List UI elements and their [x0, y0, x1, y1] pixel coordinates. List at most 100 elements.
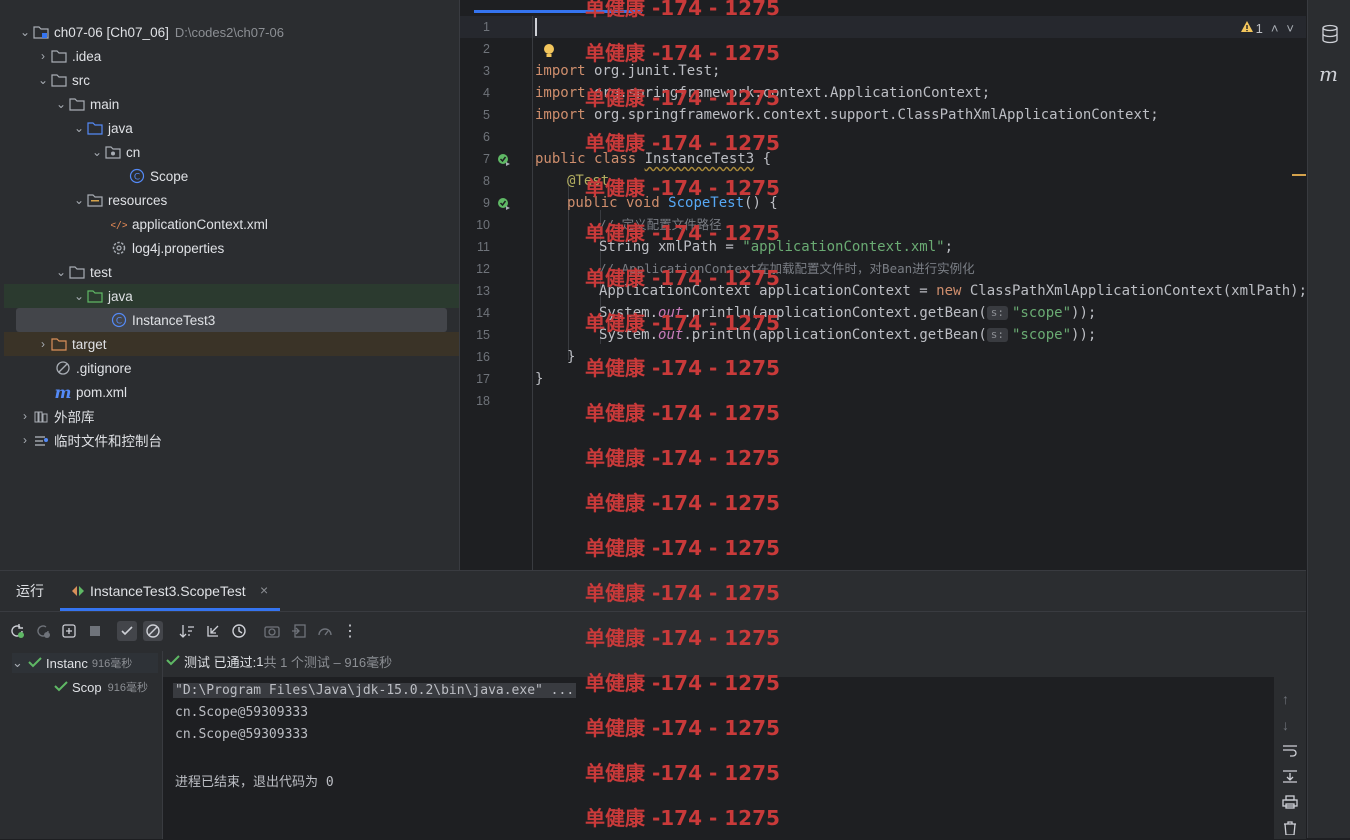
code-token: import [535, 85, 586, 101]
tree-item-log4j-properties[interactable]: log4j.properties [4, 236, 459, 260]
more-options-icon[interactable]: ⋮ [340, 621, 360, 641]
scrollbar-warning-marker[interactable] [1292, 174, 1306, 176]
test-tree-item[interactable]: Scop 916毫秒 [54, 677, 148, 697]
chevron-down-icon[interactable]: ⌄ [54, 97, 68, 111]
test-tree-root[interactable]: ⌄ Instanc 916毫秒 [12, 653, 158, 673]
chevron-right-icon[interactable]: › [36, 49, 50, 63]
chevron-down-icon[interactable]: ⌄ [36, 73, 50, 87]
rerun-failed-icon[interactable] [33, 621, 53, 641]
camera-icon[interactable] [262, 621, 282, 641]
line-number: 12 [476, 262, 490, 276]
tree-item-label: .gitignore [76, 360, 132, 376]
folder-icon [68, 96, 86, 112]
test-history-icon[interactable] [229, 621, 249, 641]
tree-item-external-libraries[interactable]: › 外部库 [4, 404, 459, 428]
trash-icon[interactable] [1282, 821, 1298, 840]
text-caret [535, 18, 537, 36]
tree-item-cn[interactable]: ⌄ cn [4, 140, 459, 164]
run-test-class-icon[interactable] [497, 153, 511, 167]
chevron-up-icon[interactable]: ˄ [1271, 21, 1279, 36]
show-ignored-toggle[interactable] [143, 621, 163, 641]
tree-item-target[interactable]: › target [4, 332, 459, 356]
tree-item-label: .idea [72, 48, 102, 64]
test-duration: 916毫秒 [91, 658, 133, 670]
arrow-up-icon[interactable]: ↑ [1282, 691, 1289, 707]
console-command-line[interactable]: "D:\Program Files\Java\jdk-15.0.2\bin\ja… [173, 683, 577, 698]
watermark-text: 单健康 -174 - 1275 [585, 311, 780, 335]
sort-icon[interactable] [177, 621, 197, 641]
project-panel: ⌄ ch07-06 [Ch07_06] D:\codes2\ch07-06 › … [0, 0, 460, 570]
tree-item-label: pom.xml [76, 384, 128, 400]
tree-item-src[interactable]: ⌄ src [4, 68, 459, 92]
tree-item-gitignore[interactable]: .gitignore [4, 356, 459, 380]
gear-icon [110, 240, 128, 256]
maven-icon: m [54, 382, 72, 402]
tree-item-label: 外部库 [54, 410, 95, 425]
tree-item-applicationcontext-xml[interactable]: </> applicationContext.xml [4, 212, 459, 236]
tree-item-main[interactable]: ⌄ main [4, 92, 459, 116]
show-passed-toggle[interactable] [117, 621, 137, 641]
check-icon [28, 656, 42, 671]
line-number: 5 [483, 108, 490, 122]
folder-icon [50, 72, 68, 88]
chevron-down-icon[interactable]: ˅ [1286, 21, 1294, 36]
tree-item-java-test[interactable]: ⌄ java [4, 284, 459, 308]
code-token: new [936, 283, 962, 299]
watermark-text: 单健康 -174 - 1275 [585, 41, 780, 65]
tree-item-label: ch07-06 [Ch07_06] [54, 24, 169, 40]
toggle-auto-test-icon[interactable] [59, 621, 79, 641]
chevron-down-icon[interactable]: ⌄ [72, 193, 86, 207]
line-number-gutter: 1 2 3 4 5 6 7 8 9 10 11 12 13 14 15 16 1… [460, 16, 532, 570]
tree-item-label: cn [126, 144, 141, 160]
coverage-icon[interactable] [315, 621, 335, 641]
line-number: 17 [476, 372, 490, 386]
print-icon[interactable] [1282, 795, 1298, 814]
scroll-to-end-icon[interactable] [1282, 769, 1298, 788]
chevron-right-icon[interactable]: › [18, 409, 32, 423]
rerun-icon[interactable] [7, 621, 27, 641]
chevron-down-icon[interactable]: ⌄ [90, 145, 104, 159]
chevron-right-icon[interactable]: › [18, 433, 32, 447]
chevron-down-icon[interactable]: ⌄ [54, 265, 68, 279]
code-token: import [535, 63, 586, 79]
test-tree-label: Scop [72, 679, 102, 695]
stop-icon[interactable] [85, 621, 105, 641]
tab-run-config[interactable]: InstanceTest3.ScopeTest × [60, 571, 280, 611]
watermark-text: 单健康 -174 - 1275 [585, 86, 780, 110]
watermark-text: 单健康 -174 - 1275 [585, 716, 780, 740]
gutter-divider [532, 16, 533, 570]
chevron-down-icon[interactable]: ⌄ [18, 25, 32, 39]
code-token: import [535, 107, 586, 123]
tree-item-test[interactable]: ⌄ test [4, 260, 459, 284]
watermark-text: 单健康 -174 - 1275 [585, 221, 780, 245]
maven-icon[interactable]: m [1319, 62, 1338, 86]
class-icon: C [128, 168, 146, 184]
chevron-down-icon[interactable]: ⌄ [72, 289, 86, 303]
soft-wrap-icon[interactable] [1282, 743, 1298, 762]
tree-item-resources[interactable]: ⌄ resources [4, 188, 459, 212]
close-icon[interactable]: × [260, 582, 268, 598]
collapse-all-icon[interactable] [203, 621, 223, 641]
run-test-method-icon[interactable] [497, 197, 511, 211]
watermark-text: 单健康 -174 - 1275 [585, 401, 780, 425]
arrow-down-icon[interactable]: ↓ [1282, 717, 1289, 733]
chevron-down-icon[interactable]: ⌄ [72, 121, 86, 135]
line-number: 13 [476, 284, 490, 298]
chevron-right-icon[interactable]: › [36, 337, 50, 351]
inspection-widget[interactable]: 1 ˄ ˅ [1240, 20, 1294, 36]
scratches-icon [32, 432, 50, 448]
tree-item-scratches[interactable]: › 临时文件和控制台 [4, 428, 459, 452]
tree-item-label: main [90, 96, 120, 112]
chevron-down-icon[interactable]: ⌄ [12, 655, 28, 671]
folder-icon [68, 264, 86, 280]
import-tests-icon[interactable] [289, 621, 309, 641]
tree-item-project-root[interactable]: ⌄ ch07-06 [Ch07_06] D:\codes2\ch07-06 [4, 20, 459, 44]
tree-item-scope[interactable]: C Scope [4, 164, 459, 188]
tree-item-java-main[interactable]: ⌄ java [4, 116, 459, 140]
tree-item-instancetest3[interactable]: C InstanceTest3 [16, 308, 447, 332]
database-icon[interactable] [1321, 24, 1339, 49]
tree-item-pom-xml[interactable]: m pom.xml [4, 380, 459, 404]
test-folder-icon [86, 288, 104, 304]
tree-item-idea[interactable]: › .idea [4, 44, 459, 68]
tree-item-label: target [72, 336, 107, 352]
